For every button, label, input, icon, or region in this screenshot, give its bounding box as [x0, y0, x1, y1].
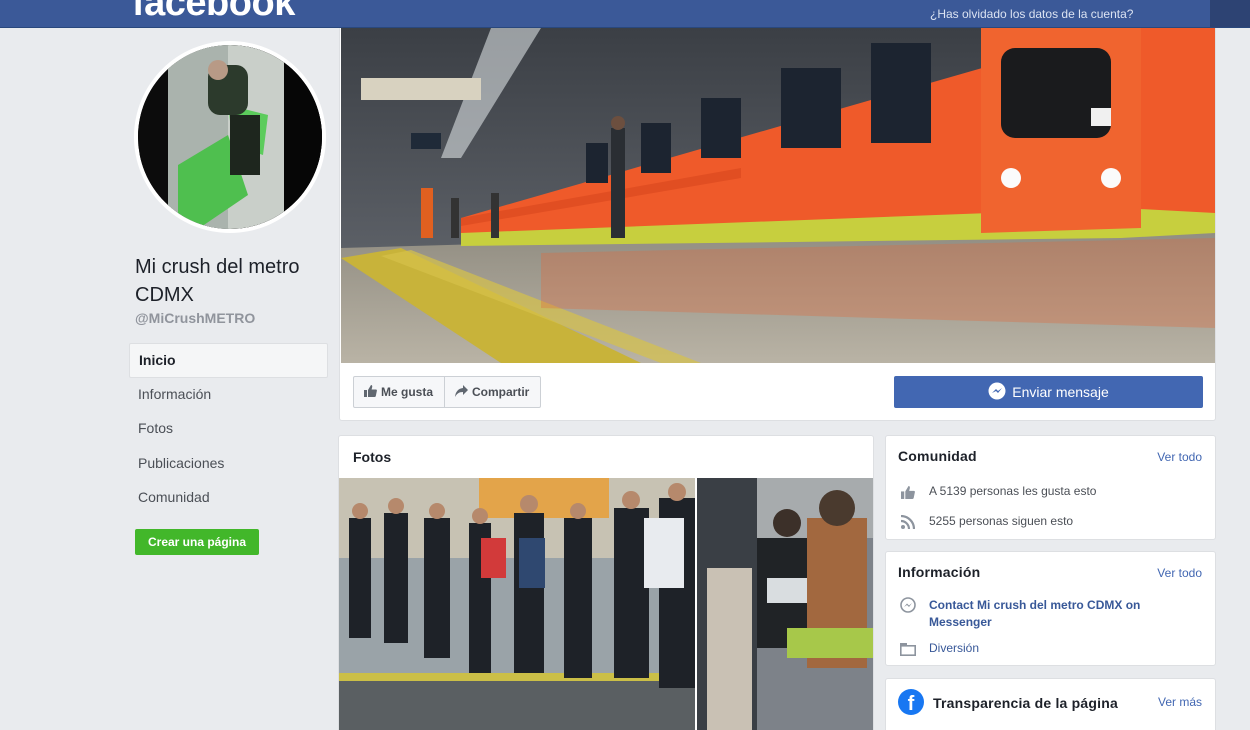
- community-likes-row: A 5139 personas les gusta esto: [899, 484, 1096, 500]
- messenger-contact-link[interactable]: Contact Mi crush del metro CDMX on Messe…: [929, 597, 1179, 631]
- profile-picture[interactable]: [134, 41, 326, 233]
- nav-item-comunidad[interactable]: Comunidad: [129, 481, 328, 516]
- share-arrow-icon: [455, 384, 469, 400]
- nav-item-inicio[interactable]: Inicio: [129, 343, 328, 378]
- transparency-card: f Transparencia de la página Ver más: [885, 678, 1216, 730]
- transparency-title[interactable]: Transparencia de la página: [933, 695, 1118, 711]
- create-page-button[interactable]: Crear una página: [135, 529, 259, 555]
- top-bar: facebook ¿Has olvidado los datos de la c…: [0, 0, 1250, 28]
- community-followers-row: 5255 personas siguen esto: [899, 514, 1073, 530]
- category-tag-icon: [899, 641, 917, 657]
- page-nav: Inicio Información Fotos Publicaciones C…: [129, 343, 328, 516]
- messenger-icon: [988, 382, 1006, 403]
- info-see-all-link[interactable]: Ver todo: [1157, 566, 1202, 580]
- forgot-account-link[interactable]: ¿Has olvidado los datos de la cuenta?: [930, 7, 1133, 21]
- like-button-label: Me gusta: [381, 385, 434, 399]
- photo-thumbnail[interactable]: [339, 478, 695, 730]
- page-username[interactable]: @MiCrushMETRO: [135, 310, 255, 326]
- nav-item-fotos[interactable]: Fotos: [129, 412, 328, 447]
- top-bar-corner: [1210, 0, 1250, 27]
- messenger-icon: [899, 597, 917, 613]
- thumbs-up-icon: [899, 484, 917, 500]
- category-link[interactable]: Diversión: [929, 641, 979, 655]
- photos-card: Fotos: [338, 435, 874, 730]
- send-message-button[interactable]: Enviar mensaje: [894, 376, 1203, 408]
- cover-photo[interactable]: [341, 28, 1215, 363]
- nav-item-publicaciones[interactable]: Publicaciones: [129, 447, 328, 482]
- community-title[interactable]: Comunidad: [898, 448, 977, 464]
- like-button[interactable]: Me gusta: [354, 377, 444, 407]
- profile-picture-image: [138, 45, 322, 229]
- photos-title[interactable]: Fotos: [353, 449, 391, 465]
- thumbs-up-icon: [364, 384, 377, 400]
- info-title[interactable]: Información: [898, 564, 980, 580]
- community-see-all-link[interactable]: Ver todo: [1157, 450, 1202, 464]
- community-likes-text: A 5139 personas les gusta esto: [929, 484, 1097, 498]
- share-button-label: Compartir: [472, 385, 530, 399]
- rss-follow-icon: [899, 514, 917, 530]
- cover-card: Me gusta Compartir Enviar mensaje: [339, 28, 1216, 421]
- page-title: Mi crush del metro CDMX: [135, 256, 300, 306]
- transparency-see-more-link[interactable]: Ver más: [1158, 695, 1202, 709]
- info-messenger-row: Contact Mi crush del metro CDMX on Messe…: [899, 597, 1179, 631]
- photo-thumbnail[interactable]: [697, 478, 873, 730]
- share-button[interactable]: Compartir: [444, 377, 540, 407]
- page-action-buttons: Me gusta Compartir: [353, 376, 542, 408]
- info-card: Información Ver todo Contact Mi crush de…: [885, 551, 1216, 666]
- facebook-logo[interactable]: facebook: [132, 0, 295, 25]
- info-category-row: Diversión: [899, 641, 979, 657]
- community-card: Comunidad Ver todo A 5139 personas les g…: [885, 435, 1216, 540]
- community-followers-text: 5255 personas siguen esto: [929, 514, 1074, 528]
- send-message-label: Enviar mensaje: [1012, 384, 1109, 400]
- nav-item-informacion[interactable]: Información: [129, 378, 328, 413]
- facebook-f-icon: f: [898, 689, 924, 715]
